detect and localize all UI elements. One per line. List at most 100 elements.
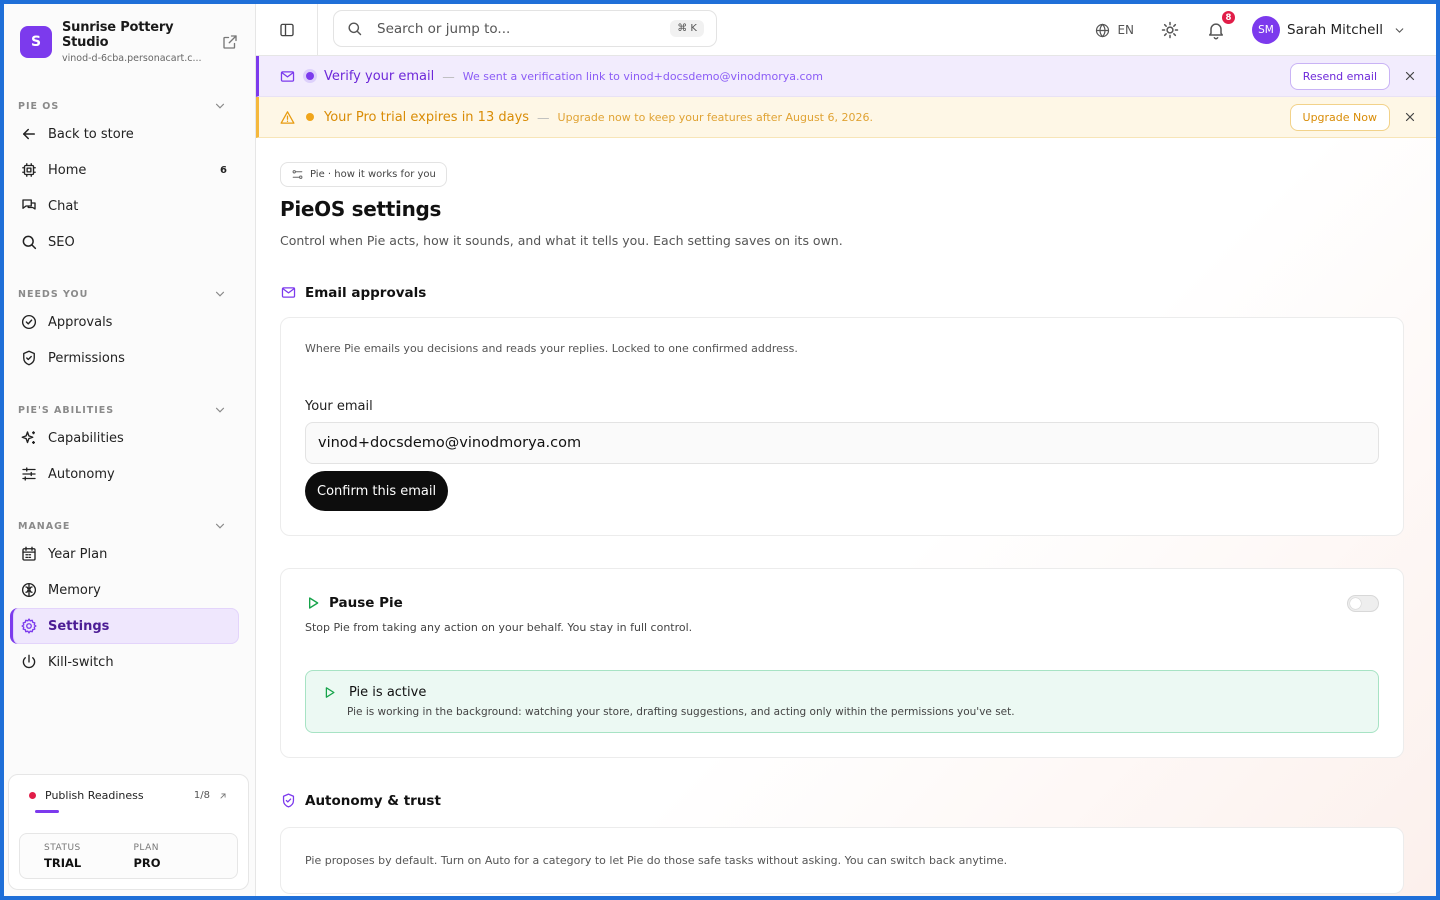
banner-subtitle: We sent a verification link to vinod+doc…: [462, 69, 823, 83]
warning-icon: [280, 110, 295, 124]
email-field[interactable]: [305, 422, 1379, 464]
status-dot: [306, 72, 314, 80]
nav-section-needs-you: NEEDS YOU Approvals Permissions: [4, 284, 255, 376]
sidebar-item-home[interactable]: Home 6: [10, 152, 239, 188]
status-description: Pie is working in the background: watchi…: [347, 706, 1015, 718]
sidebar-item-label: Autonomy: [48, 466, 115, 482]
sidebar-item-label: Home: [48, 162, 87, 178]
search-icon: [22, 235, 37, 250]
verify-email-banner: Verify your email — We sent a verificati…: [256, 56, 1436, 97]
how-it-works-pill[interactable]: Pie · how it works for you: [280, 162, 447, 187]
email-field-label: Your email: [305, 399, 373, 414]
sidebar-toggle-button[interactable]: [256, 4, 318, 56]
chevron-down-icon: [1395, 27, 1404, 33]
publish-readiness-card[interactable]: Publish Readiness 1/8 STATUS TRIAL PLAN …: [8, 774, 249, 890]
sidebar-item-capabilities[interactable]: Capabilities: [10, 420, 239, 456]
chevron-down-icon: [215, 103, 225, 109]
sparkle-icon: [21, 431, 35, 444]
sidebar-item-label: Back to store: [48, 126, 134, 142]
sidebar-item-permissions[interactable]: Permissions: [10, 340, 239, 376]
calendar-icon: [22, 546, 36, 561]
language-selector[interactable]: EN: [1094, 22, 1134, 39]
banner-subtitle: Upgrade now to keep your features after …: [557, 110, 873, 124]
sidebar-item-label: SEO: [48, 234, 75, 250]
close-icon[interactable]: [1404, 70, 1416, 82]
card-description: Pie proposes by default. Turn on Auto fo…: [305, 854, 1008, 867]
section-title: MANAGE: [18, 520, 71, 532]
confirm-email-button[interactable]: Confirm this email: [305, 471, 449, 511]
banner-title: Your Pro trial expires in 13 days: [324, 109, 530, 125]
card-description: Stop Pie from taking any action on your …: [305, 621, 693, 634]
settings-flow-icon: [292, 170, 303, 179]
section-title: Pause Pie: [329, 595, 403, 611]
section-title: PIE'S ABILITIES: [18, 404, 115, 416]
brand-header[interactable]: S Sunrise Pottery Studio vinod-d-6cba.pe…: [4, 4, 255, 66]
sidebar-item-label: Year Plan: [48, 546, 108, 562]
arrow-up-right-icon[interactable]: [218, 791, 228, 801]
notification-count-badge: 8: [1221, 10, 1236, 25]
topbar: ⌘ K EN 8 SM Sarah Mitchell: [256, 4, 1436, 56]
sidebar-item-memory[interactable]: Memory: [10, 572, 239, 608]
banner-title: Verify your email: [324, 68, 435, 84]
search-input[interactable]: [377, 20, 671, 37]
status-key: STATUS: [44, 843, 81, 853]
close-icon[interactable]: [1404, 111, 1416, 123]
gear-icon: [21, 618, 37, 634]
readiness-progress-bar: [35, 810, 59, 813]
status-value: TRIAL: [44, 856, 82, 870]
theme-toggle-button[interactable]: [1160, 20, 1180, 40]
brain-icon: [21, 582, 37, 598]
sidebar-item-chat[interactable]: Chat: [10, 188, 239, 224]
readiness-count: 1/8: [193, 790, 210, 801]
pause-pie-card: Pause Pie Stop Pie from taking any actio…: [280, 568, 1404, 758]
section-title: Autonomy & trust: [305, 792, 441, 809]
resend-email-button[interactable]: Resend email: [1289, 62, 1390, 90]
banner-separator: —: [537, 109, 550, 125]
user-menu[interactable]: SM Sarah Mitchell: [1252, 16, 1406, 44]
sidebar-item-kill-switch[interactable]: Kill-switch: [10, 644, 239, 680]
banner-separator: —: [442, 68, 455, 84]
chip-icon: [22, 163, 36, 177]
card-description: Where Pie emails you decisions and reads…: [305, 342, 798, 355]
nav-section-pie-os: PIE OS Back to store Home 6 Chat SEO: [4, 96, 255, 260]
page-subtitle: Control when Pie acts, how it sounds, an…: [280, 233, 843, 248]
nav-section-abilities: PIE'S ABILITIES Capabilities Autonomy: [4, 400, 255, 492]
readiness-label: Publish Readiness: [45, 789, 144, 802]
pause-pie-toggle[interactable]: [1347, 595, 1379, 612]
email-input[interactable]: [318, 435, 1366, 451]
autonomy-trust-heading: Autonomy & trust: [280, 792, 1404, 809]
upgrade-now-button[interactable]: Upgrade Now: [1289, 103, 1390, 131]
section-title: NEEDS YOU: [18, 288, 89, 300]
page-title: PieOS settings: [280, 197, 442, 221]
section-title: Email approvals: [305, 284, 427, 301]
chevron-down-icon: [215, 407, 225, 413]
sidebar-item-autonomy[interactable]: Autonomy: [10, 456, 239, 492]
store-logo: S: [20, 26, 52, 58]
search-bar[interactable]: ⌘ K: [333, 10, 717, 47]
pill-label: Pie · how it works for you: [310, 169, 436, 180]
user-name: Sarah Mitchell: [1287, 22, 1383, 38]
shortcut-hint: ⌘ K: [670, 20, 704, 37]
sidebar-item-label: Kill-switch: [48, 654, 114, 670]
section-header[interactable]: MANAGE: [4, 516, 255, 536]
sidebar-item-seo[interactable]: SEO: [10, 224, 239, 260]
external-link-icon[interactable]: [221, 33, 239, 51]
sidebar-item-year-plan[interactable]: Year Plan: [10, 536, 239, 572]
sidebar-item-settings[interactable]: Settings: [10, 608, 239, 644]
shield-check-icon: [23, 350, 35, 366]
section-header[interactable]: PIE OS: [4, 96, 255, 116]
notifications-button[interactable]: 8: [1206, 10, 1236, 40]
power-icon: [22, 654, 36, 669]
sidebar-item-label: Memory: [48, 582, 101, 598]
chat-icon: [22, 199, 36, 210]
sidebar-item-label: Capabilities: [48, 430, 124, 446]
store-name: Sunrise Pottery Studio: [62, 20, 174, 50]
trial-expiry-banner: Your Pro trial expires in 13 days — Upgr…: [256, 97, 1436, 138]
shield-check-icon: [282, 793, 295, 808]
sidebar-item-back-to-store[interactable]: Back to store: [10, 116, 239, 152]
sidebar-item-approvals[interactable]: Approvals: [10, 304, 239, 340]
section-header[interactable]: NEEDS YOU: [4, 284, 255, 304]
globe-icon: [1096, 23, 1110, 37]
section-header[interactable]: PIE'S ABILITIES: [4, 400, 255, 420]
sidebar: S Sunrise Pottery Studio vinod-d-6cba.pe…: [4, 4, 256, 896]
